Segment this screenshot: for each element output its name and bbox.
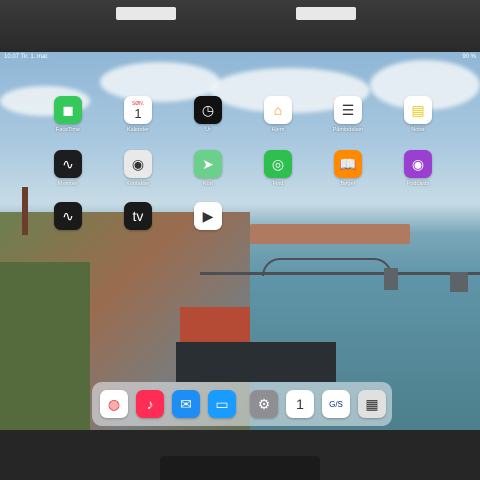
mount-clip-left <box>116 7 176 20</box>
app-memoer[interactable]: ∿ Memoer <box>47 150 89 187</box>
books-icon: 📖 <box>334 150 362 178</box>
app-kontakter[interactable]: ◉ Kontakter <box>117 150 159 187</box>
status-time: 10.07 <box>4 54 20 60</box>
app-hjem[interactable]: ⌂ Hjem <box>257 96 299 133</box>
music-icon[interactable]: ♪ <box>136 390 164 418</box>
app-podcasts[interactable]: ◉ Podcasts <box>397 150 439 187</box>
clock-icon: ◷ <box>194 96 222 124</box>
status-date: Tir. 1. mar. <box>20 54 49 60</box>
app-label: Kontakter <box>126 181 150 187</box>
app-label: Bøger <box>340 181 356 187</box>
dark-roof <box>176 342 336 382</box>
church-spire <box>22 187 28 235</box>
app-facetime[interactable]: ◼ FaceTime <box>47 96 89 133</box>
settings-icon[interactable]: ⚙ <box>250 390 278 418</box>
top-bezel <box>0 0 480 52</box>
app-label: Podcasts <box>406 181 430 187</box>
app-label: Find <box>272 181 284 187</box>
status-bar: 10.07 Tir. 1. mar. 90 % <box>4 54 476 60</box>
podcasts-icon: ◉ <box>404 150 432 178</box>
trees <box>0 262 90 430</box>
app-find[interactable]: ◎ Find <box>257 150 299 187</box>
voice-memos-icon: ∿ <box>54 150 82 178</box>
harbor-town <box>250 224 410 244</box>
maps-icon: ➤ <box>194 150 222 178</box>
find-my-icon: ◎ <box>264 150 292 178</box>
app-appletv[interactable]: tv <box>117 202 159 230</box>
app-label: Memoer <box>57 181 79 187</box>
bridge-pier <box>450 272 468 292</box>
contacts-icon: ◉ <box>124 150 152 178</box>
app-label: Kort <box>202 181 214 187</box>
chrome-icon[interactable]: ◍ <box>100 390 128 418</box>
app-zoom[interactable]: ▶ <box>187 202 229 230</box>
app-kalender[interactable]: SØN. 1 Kalender <box>117 96 159 133</box>
dock: ◍ ♪ ✉ ▭ ⚙ 1 G/S ▦ <box>92 382 392 426</box>
notes-icon: ▤ <box>404 96 432 124</box>
app-label: FaceTime <box>55 127 81 133</box>
app-stocks[interactable]: ∿ <box>47 202 89 230</box>
app-label: Ur <box>205 127 211 133</box>
files-icon[interactable]: ▭ <box>208 390 236 418</box>
app-label: Hjem <box>271 127 285 133</box>
app-label: Kalender <box>126 127 150 133</box>
calendar-date-number: 1 <box>134 105 142 121</box>
home-icon: ⌂ <box>264 96 292 124</box>
home-screen[interactable]: 10.07 Tir. 1. mar. 90 % ◼ FaceTime SØN. 1 Ka… <box>0 52 480 430</box>
app-label: Påmindelser <box>332 127 364 133</box>
facetime-icon: ◼ <box>54 96 82 124</box>
gls-icon[interactable]: G/S <box>322 390 350 418</box>
zoom-icon: ▶ <box>194 202 222 230</box>
app-noter[interactable]: ▤ Noter <box>397 96 439 133</box>
app-kort[interactable]: ➤ Kort <box>187 150 229 187</box>
stocks-icon: ∿ <box>54 202 82 230</box>
bridge-arch <box>262 258 392 276</box>
app-label: Noter <box>411 127 425 133</box>
calendar-icon[interactable]: 1 <box>286 390 314 418</box>
battery-level: 90 % <box>462 54 476 60</box>
app-påmindelser[interactable]: ☰ Påmindelser <box>327 96 369 133</box>
ipad-frame: 10.07 Tir. 1. mar. 90 % ◼ FaceTime SØN. 1 Ka… <box>0 0 480 480</box>
stand <box>160 456 320 480</box>
calendar-icon: SØN. 1 <box>124 96 152 124</box>
reminders-icon: ☰ <box>334 96 362 124</box>
appletv-icon: tv <box>124 202 152 230</box>
bridge-pier <box>384 268 398 290</box>
mail-icon[interactable]: ✉ <box>172 390 200 418</box>
app-bøger[interactable]: 📖 Bøger <box>327 150 369 187</box>
app-ur[interactable]: ◷ Ur <box>187 96 229 133</box>
app-library-icon[interactable]: ▦ <box>358 390 386 418</box>
mount-clip-right <box>296 7 356 20</box>
